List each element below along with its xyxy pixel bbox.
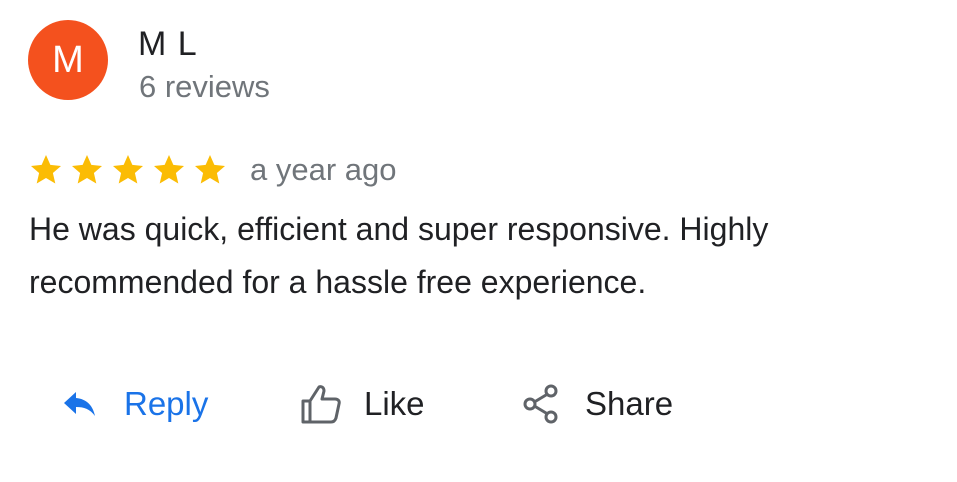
avatar[interactable]: M: [28, 20, 108, 100]
thumbs-up-icon: [301, 385, 341, 424]
review-time: a year ago: [250, 152, 397, 187]
share-button[interactable]: Share: [521, 376, 673, 432]
star-icon: [72, 155, 102, 184]
like-button[interactable]: Like: [300, 376, 425, 432]
reply-arrow-icon: [64, 392, 95, 416]
rating-row: a year ago: [28, 150, 397, 190]
star-icon: [31, 155, 61, 184]
reply-button[interactable]: Reply: [62, 376, 208, 432]
like-label: Like: [364, 385, 425, 422]
reply-label: Reply: [124, 385, 209, 422]
share-label: Share: [585, 385, 674, 422]
reviewer-name[interactable]: M L: [138, 26, 198, 62]
review-text: He was quick, efficient and super respon…: [29, 211, 769, 300]
star-icon: [113, 155, 143, 184]
share-icon: [523, 384, 558, 424]
review-card: M M L 6 reviews a year ago He was quick,…: [0, 0, 957, 482]
review-actions: Reply Like Share: [0, 376, 957, 432]
star-icon: [195, 155, 225, 184]
star-icon: [154, 155, 184, 184]
review-count[interactable]: 6 reviews: [139, 70, 270, 104]
avatar-initial: M: [52, 39, 84, 81]
star-rating: [28, 152, 233, 188]
